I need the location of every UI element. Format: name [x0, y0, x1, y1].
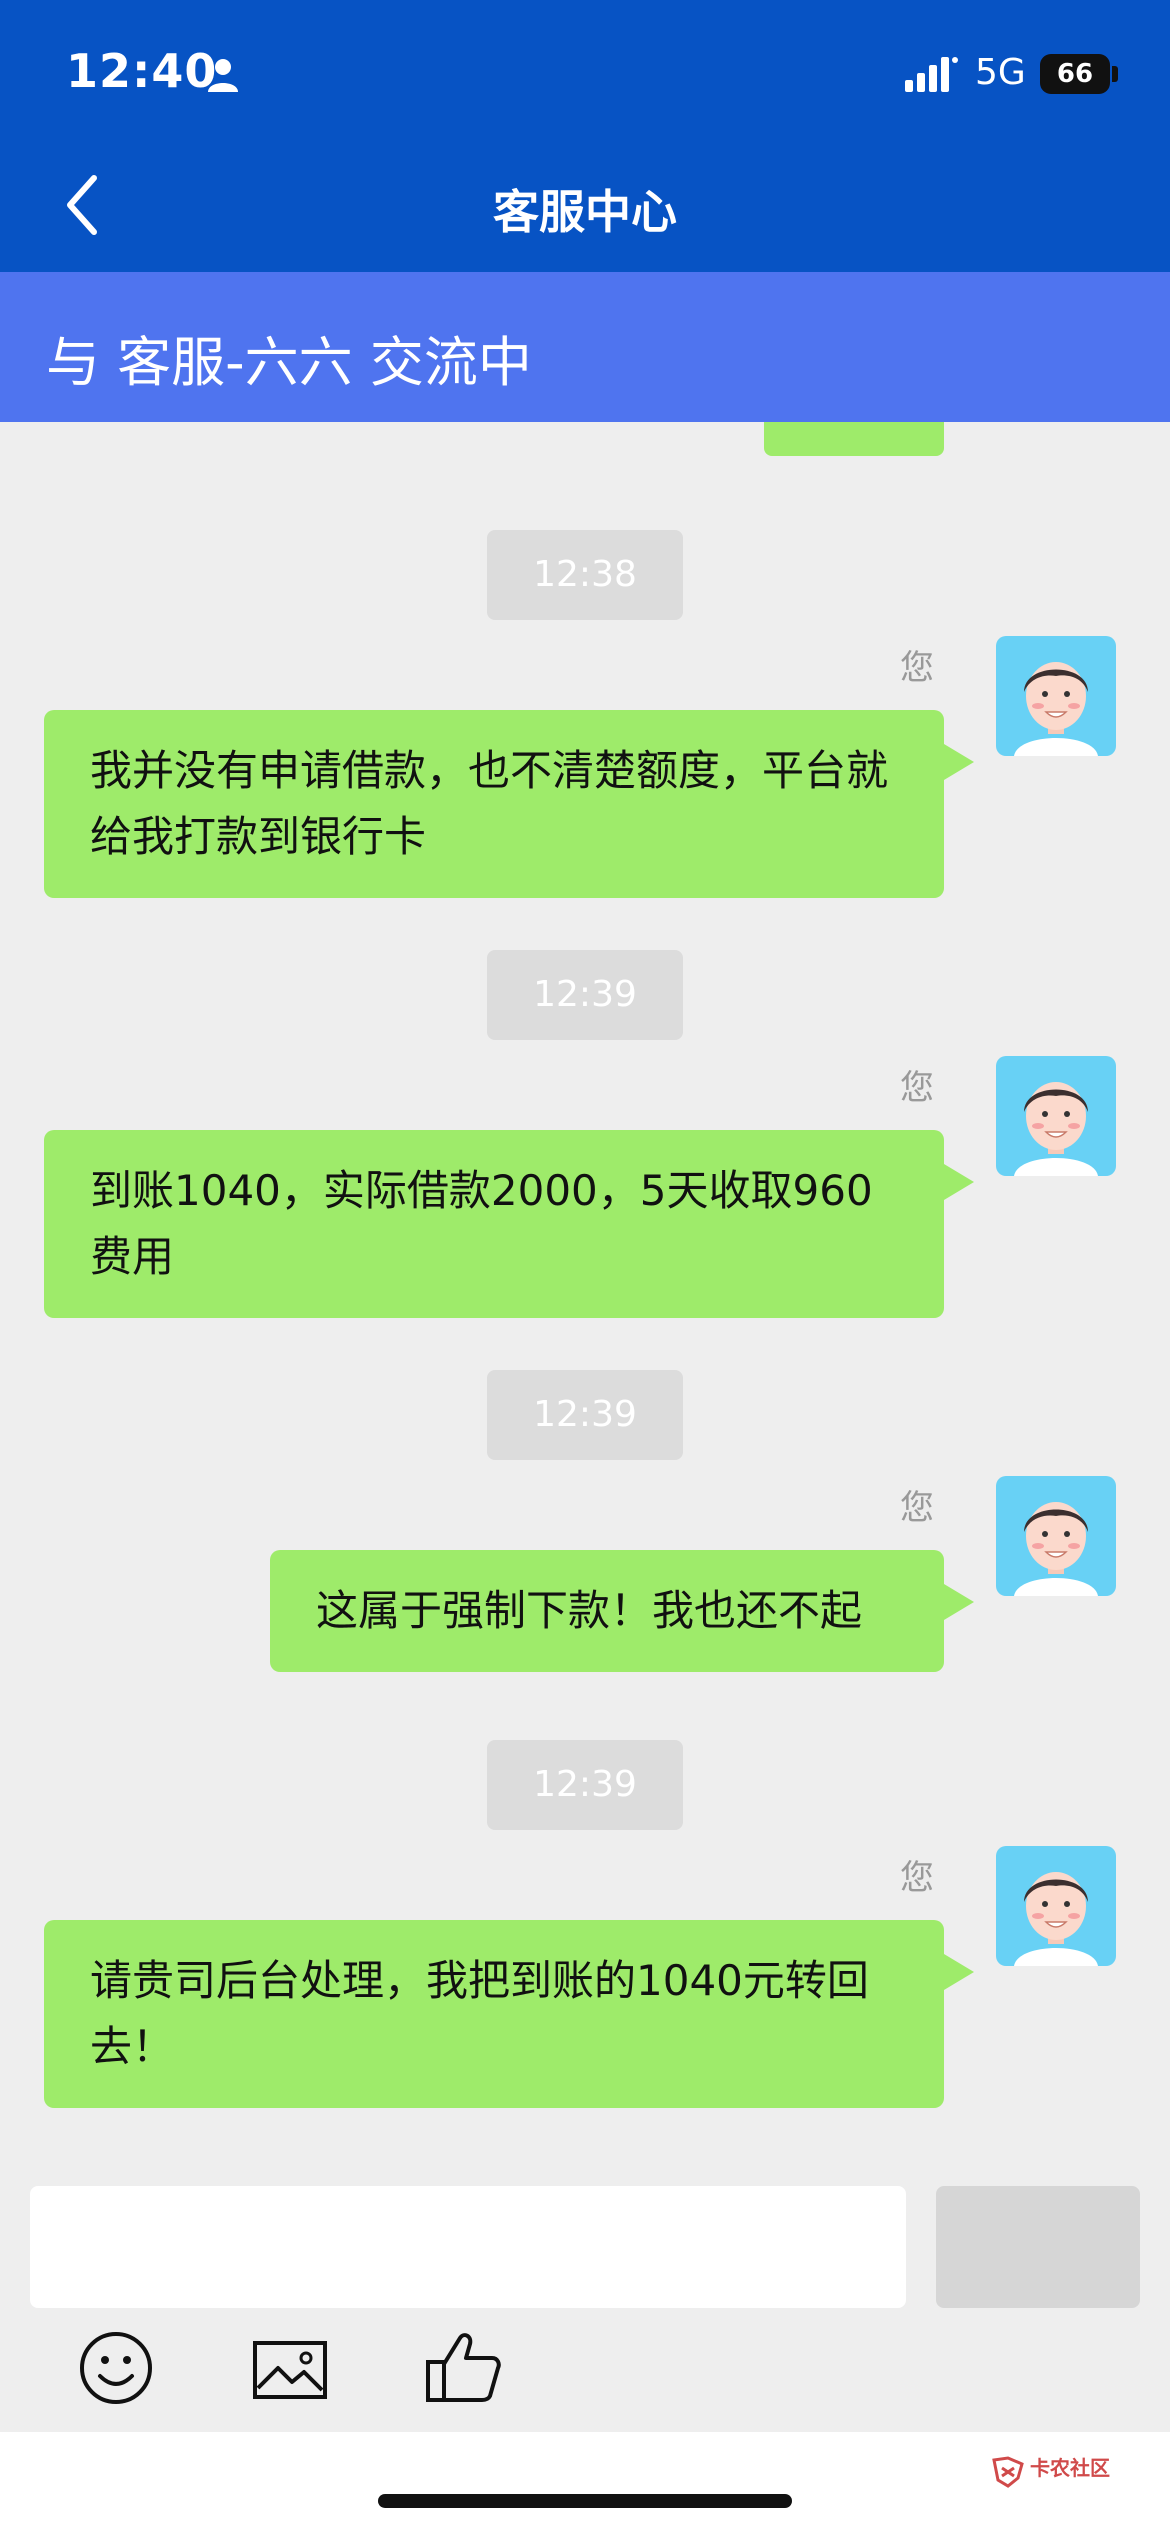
sender-label: 您 — [900, 1488, 934, 1528]
sender-label: 您 — [900, 1068, 934, 1108]
message-bubble[interactable]: 这属于强制下款！我也还不起 — [270, 1550, 944, 1672]
timestamp-pill: 12:39 — [487, 950, 683, 1040]
bottom-bar: 卡农社区 — [0, 2432, 1170, 2532]
user-avatar-icon — [1014, 1872, 1098, 1966]
watermark-text: 卡农社区 — [1030, 2456, 1110, 2480]
thumbs-up-icon[interactable] — [424, 2330, 504, 2406]
bubble-tail — [944, 744, 974, 780]
chat-area[interactable]: 12:38 您 我并没有申请借款，也不清楚额度，平台就给我打款到银行卡 12:3… — [0, 422, 1170, 2180]
message-bubble[interactable]: 请贵司后台处理，我把到账的1040元转回去！ — [44, 1920, 944, 2108]
avatar[interactable] — [996, 1846, 1116, 1966]
home-indicator[interactable] — [378, 2494, 792, 2508]
signal-icon — [905, 57, 958, 92]
timestamp-pill: 12:39 — [487, 1370, 683, 1460]
network-label: 5G — [975, 52, 1026, 93]
user-avatar-icon — [1014, 1502, 1098, 1596]
avatar[interactable] — [996, 1056, 1116, 1176]
message-bubble-partial — [764, 422, 944, 456]
session-status-bar: 与 客服-六六 交流中 — [0, 272, 1170, 422]
bubble-tail — [944, 1584, 974, 1620]
person-icon — [208, 59, 238, 92]
message-input[interactable] — [30, 2186, 906, 2308]
avatar[interactable] — [996, 1476, 1116, 1596]
message-bubble[interactable]: 我并没有申请借款，也不清楚额度，平台就给我打款到银行卡 — [44, 710, 944, 898]
timestamp-pill: 12:39 — [487, 1740, 683, 1830]
user-avatar-icon — [1014, 662, 1098, 756]
avatar[interactable] — [996, 636, 1116, 756]
emoji-icon[interactable] — [78, 2330, 154, 2406]
timestamp-pill: 12:38 — [487, 530, 683, 620]
image-icon[interactable] — [252, 2340, 328, 2400]
battery-cap — [1112, 66, 1118, 82]
sender-label: 您 — [900, 648, 934, 688]
battery-indicator: 66 — [1040, 54, 1110, 94]
watermark: 卡农社区 — [990, 2450, 1110, 2496]
top-bar: 12:40 5G 66 客服中心 — [0, 0, 1170, 272]
page-title: 客服中心 — [493, 185, 677, 239]
send-button[interactable] — [936, 2186, 1140, 2308]
input-area — [0, 2180, 1170, 2432]
message-bubble[interactable]: 到账1040，实际借款2000，5天收取960费用 — [44, 1130, 944, 1318]
sender-label: 您 — [900, 1858, 934, 1898]
watermark-logo-icon — [992, 2456, 1024, 2488]
session-status-text: 与 客服-六六 交流中 — [46, 331, 532, 394]
bubble-tail — [944, 1164, 974, 1200]
status-time: 12:40 — [66, 44, 218, 98]
user-avatar-icon — [1014, 1082, 1098, 1176]
bubble-tail — [944, 1954, 974, 1990]
